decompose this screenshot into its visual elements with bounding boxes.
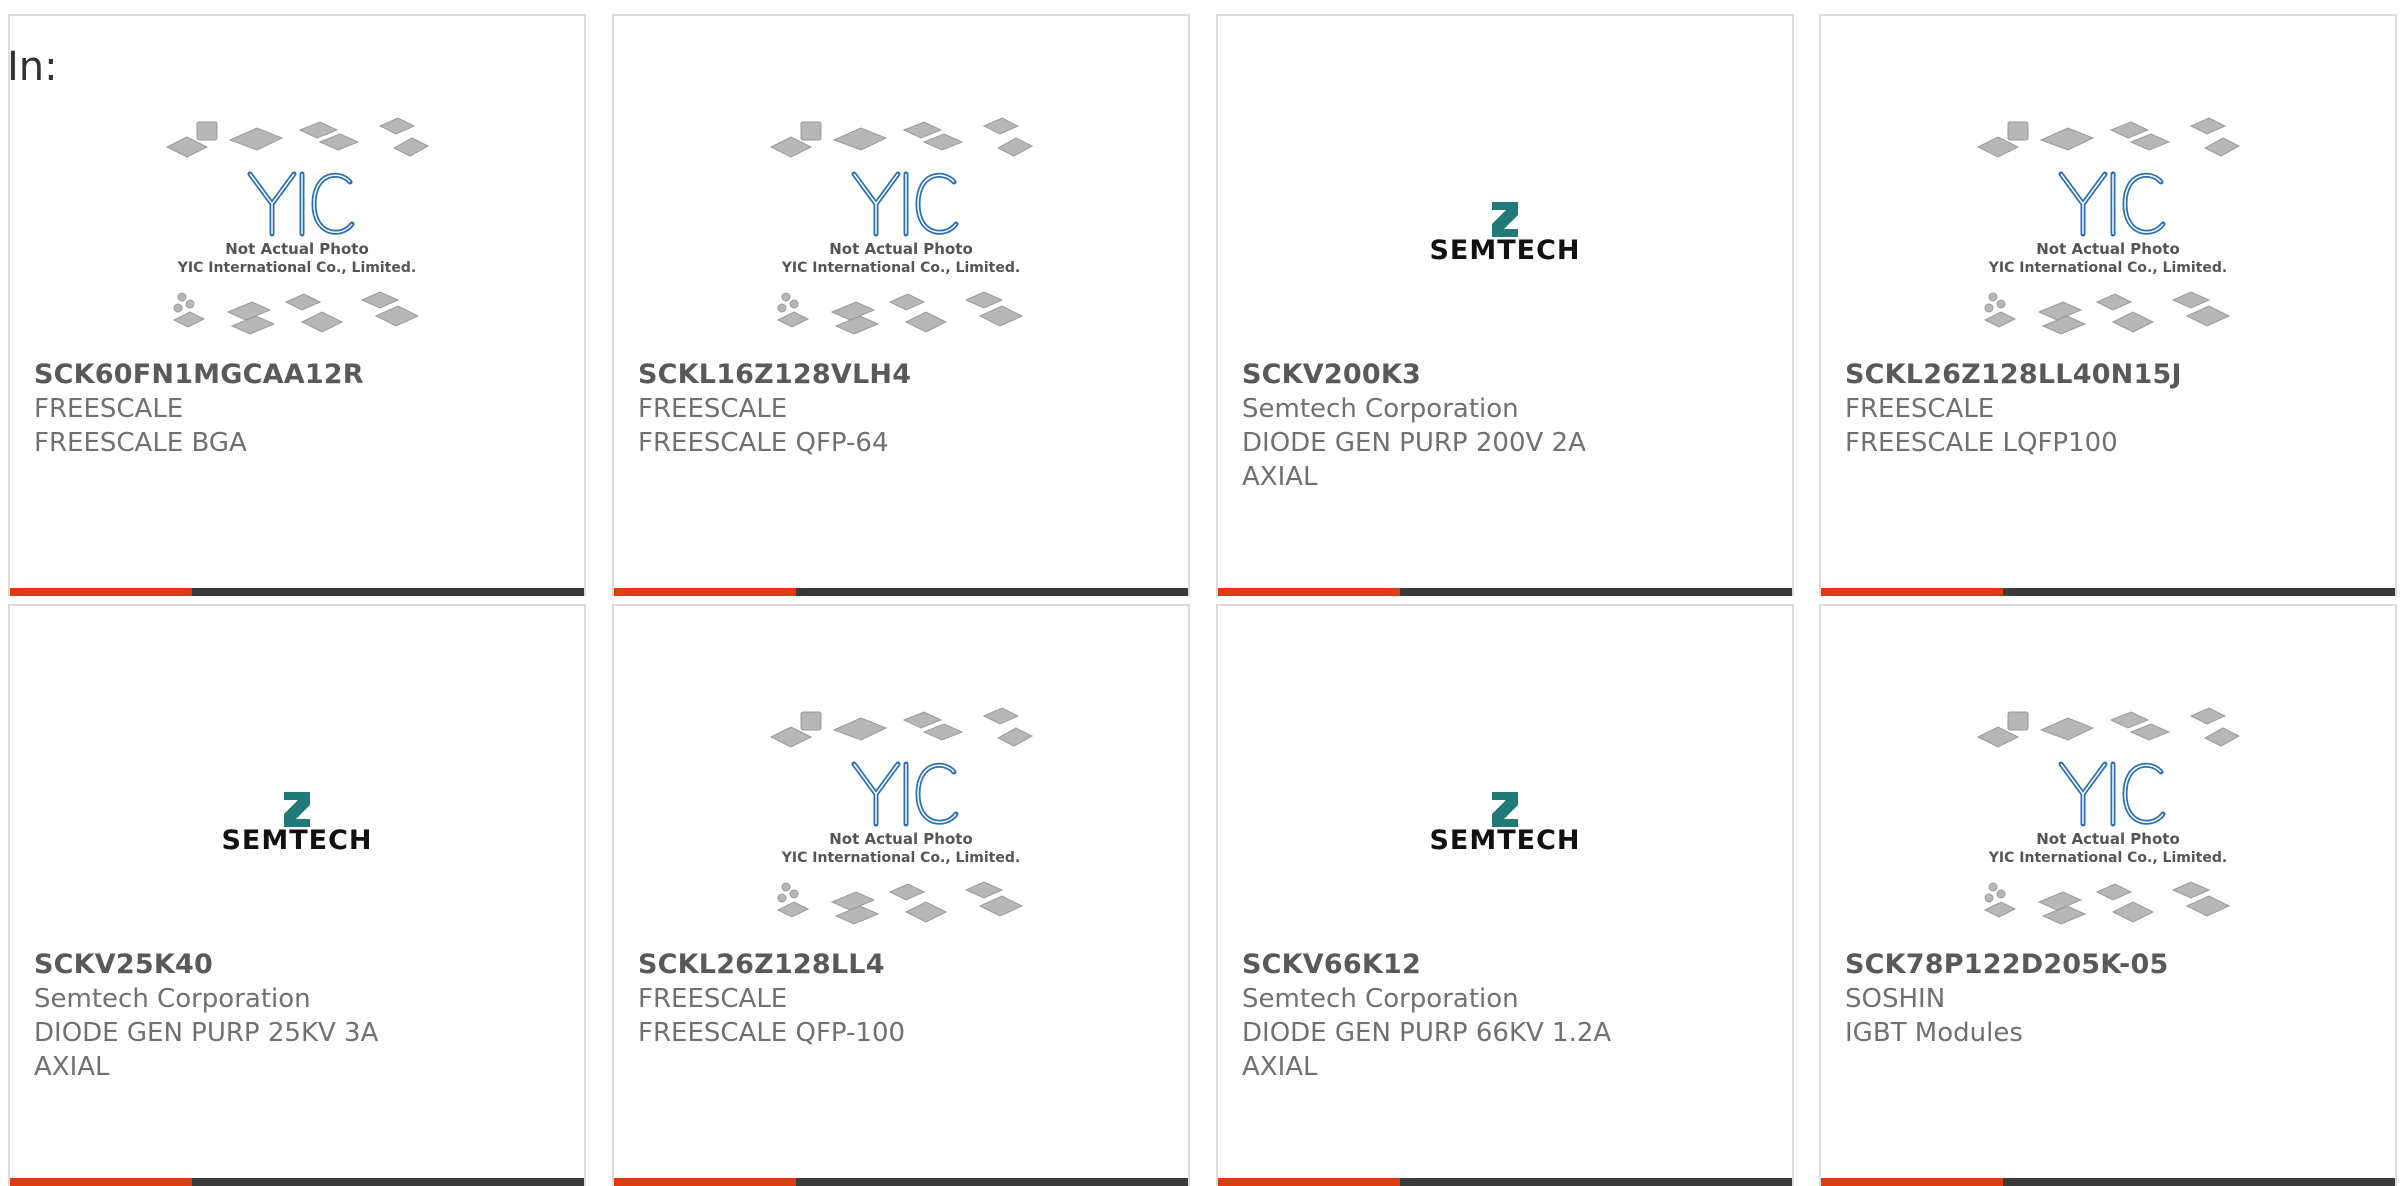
product-card[interactable]: Not Actual Photo YIC International Co., … <box>612 14 1190 596</box>
placeholder-caption-line2: YIC International Co., Limited. <box>1988 260 2227 276</box>
yic-placeholder-image: Not Actual Photo YIC International Co., … <box>1976 707 2241 925</box>
card-accent-bar <box>614 588 796 596</box>
yic-placeholder-image: Not Actual Photo YIC International Co., … <box>769 117 1034 335</box>
semtech-logo-text: SEMTECH <box>221 825 372 856</box>
placeholder-caption-line1: Not Actual Photo <box>225 240 369 258</box>
yic-placeholder-image: Not Actual Photo YIC International Co., … <box>1976 117 2241 335</box>
description: DIODE GEN PURP 200V 2A AXIAL <box>1242 428 1586 492</box>
part-number-link[interactable]: SCKL26Z128LL40N15J <box>1845 358 2371 392</box>
card-accent-bar <box>1821 1178 2003 1186</box>
card-accent-bar <box>614 1178 796 1186</box>
product-image[interactable]: SEMTECH <box>1218 104 1792 360</box>
product-info: SCKV66K12 Semtech Corporation DIODE GEN PU… <box>1242 948 1768 1084</box>
manufacturer: FREESCALE <box>638 984 788 1014</box>
placeholder-caption-line2: YIC International Co., Limited. <box>781 260 1020 276</box>
description: IGBT Modules <box>1845 1018 2023 1048</box>
semtech-logo-text: SEMTECH <box>1429 235 1580 266</box>
product-image[interactable]: SEMTECH <box>10 694 584 950</box>
product-image[interactable]: Not Actual Photo YIC International Co., … <box>1821 104 2395 360</box>
in-label: In: <box>7 44 58 90</box>
product-info: SCK78P122D205K-05 SOSHIN IGBT Modules <box>1845 948 2371 1050</box>
placeholder-caption-line2: YIC International Co., Limited. <box>1988 850 2227 866</box>
part-number-link[interactable]: SCK60FN1MGCAA12R <box>34 358 560 392</box>
semtech-logo-image: SEMTECH <box>1429 792 1580 856</box>
part-number-link[interactable]: SCKL26Z128LL4 <box>638 948 1164 982</box>
card-accent-bar <box>10 588 192 596</box>
card-bottom-bar <box>1218 588 1792 596</box>
manufacturer: FREESCALE <box>34 394 184 424</box>
product-card[interactable]: Not Actual Photo YIC International Co., … <box>612 604 1190 1186</box>
description: DIODE GEN PURP 66KV 1.2A AXIAL <box>1242 1018 1612 1082</box>
product-info: SCKV200K3 Semtech Corporation DIODE GEN PU… <box>1242 358 1768 494</box>
placeholder-caption-line1: Not Actual Photo <box>2036 240 2180 258</box>
yic-placeholder-image: Not Actual Photo YIC International Co., … <box>165 117 430 335</box>
part-number-link[interactable]: SCK78P122D205K-05 <box>1845 948 2371 982</box>
product-card[interactable]: SEMTECH SCKV66K12 Semtech Corporation DIOD… <box>1216 604 1794 1186</box>
semtech-logo-text: SEMTECH <box>1429 825 1580 856</box>
placeholder-caption-line1: Not Actual Photo <box>2036 830 2180 848</box>
placeholder-caption-line1: Not Actual Photo <box>829 830 973 848</box>
placeholder-caption-line2: YIC International Co., Limited. <box>781 850 1020 866</box>
card-accent-bar <box>1821 588 2003 596</box>
yic-placeholder-image: Not Actual Photo YIC International Co., … <box>769 707 1034 925</box>
manufacturer: Semtech Corporation <box>1242 984 1519 1014</box>
description: FREESCALE LQFP100 <box>1845 428 2118 458</box>
product-image[interactable]: Not Actual Photo YIC International Co., … <box>10 104 584 360</box>
product-card[interactable]: Not Actual Photo YIC International Co., … <box>8 14 586 596</box>
product-info: SCKL26Z128LL40N15J FREESCALE FREESCALE LQF… <box>1845 358 2371 460</box>
product-image[interactable]: Not Actual Photo YIC International Co., … <box>614 694 1188 950</box>
manufacturer: FREESCALE <box>1845 394 1995 424</box>
product-info: SCK60FN1MGCAA12R FREESCALE FREESCALE BGA <box>34 358 560 460</box>
product-info: SCKV25K40 Semtech Corporation DIODE GEN PU… <box>34 948 560 1084</box>
semtech-logo-image: SEMTECH <box>1429 202 1580 266</box>
product-card[interactable]: Not Actual Photo YIC International Co., … <box>1819 14 2397 596</box>
card-bottom-bar <box>614 588 1188 596</box>
product-info: SCKL26Z128LL4 FREESCALE FREESCALE QFP-100 <box>638 948 1164 1050</box>
card-bottom-bar <box>10 588 584 596</box>
description: DIODE GEN PURP 25KV 3A AXIAL <box>34 1018 379 1082</box>
card-bottom-bar <box>614 1178 1188 1186</box>
card-bottom-bar <box>10 1178 584 1186</box>
manufacturer: FREESCALE <box>638 394 788 424</box>
product-info: SCKL16Z128VLH4 FREESCALE FREESCALE QFP-64 <box>638 358 1164 460</box>
card-accent-bar <box>1218 588 1400 596</box>
placeholder-caption-line2: YIC International Co., Limited. <box>177 260 416 276</box>
part-number-link[interactable]: SCKL16Z128VLH4 <box>638 358 1164 392</box>
description: FREESCALE QFP-100 <box>638 1018 906 1048</box>
card-accent-bar <box>1218 1178 1400 1186</box>
manufacturer: Semtech Corporation <box>34 984 311 1014</box>
card-bottom-bar <box>1218 1178 1792 1186</box>
product-image[interactable]: SEMTECH <box>1218 694 1792 950</box>
manufacturer: Semtech Corporation <box>1242 394 1519 424</box>
placeholder-caption-line1: Not Actual Photo <box>829 240 973 258</box>
description: FREESCALE QFP-64 <box>638 428 889 458</box>
part-number-link[interactable]: SCKV200K3 <box>1242 358 1768 392</box>
semtech-logo-image: SEMTECH <box>221 792 372 856</box>
card-accent-bar <box>10 1178 192 1186</box>
product-card[interactable]: SEMTECH SCKV200K3 Semtech Corporation DIOD… <box>1216 14 1794 596</box>
card-bottom-bar <box>1821 588 2395 596</box>
part-number-link[interactable]: SCKV25K40 <box>34 948 560 982</box>
product-card[interactable]: Not Actual Photo YIC International Co., … <box>1819 604 2397 1186</box>
product-image[interactable]: Not Actual Photo YIC International Co., … <box>1821 694 2395 950</box>
product-image[interactable]: Not Actual Photo YIC International Co., … <box>614 104 1188 360</box>
description: FREESCALE BGA <box>34 428 247 458</box>
product-card[interactable]: SEMTECH SCKV25K40 Semtech Corporation DIOD… <box>8 604 586 1186</box>
manufacturer: SOSHIN <box>1845 984 1946 1014</box>
card-bottom-bar <box>1821 1178 2395 1186</box>
part-number-link[interactable]: SCKV66K12 <box>1242 948 1768 982</box>
